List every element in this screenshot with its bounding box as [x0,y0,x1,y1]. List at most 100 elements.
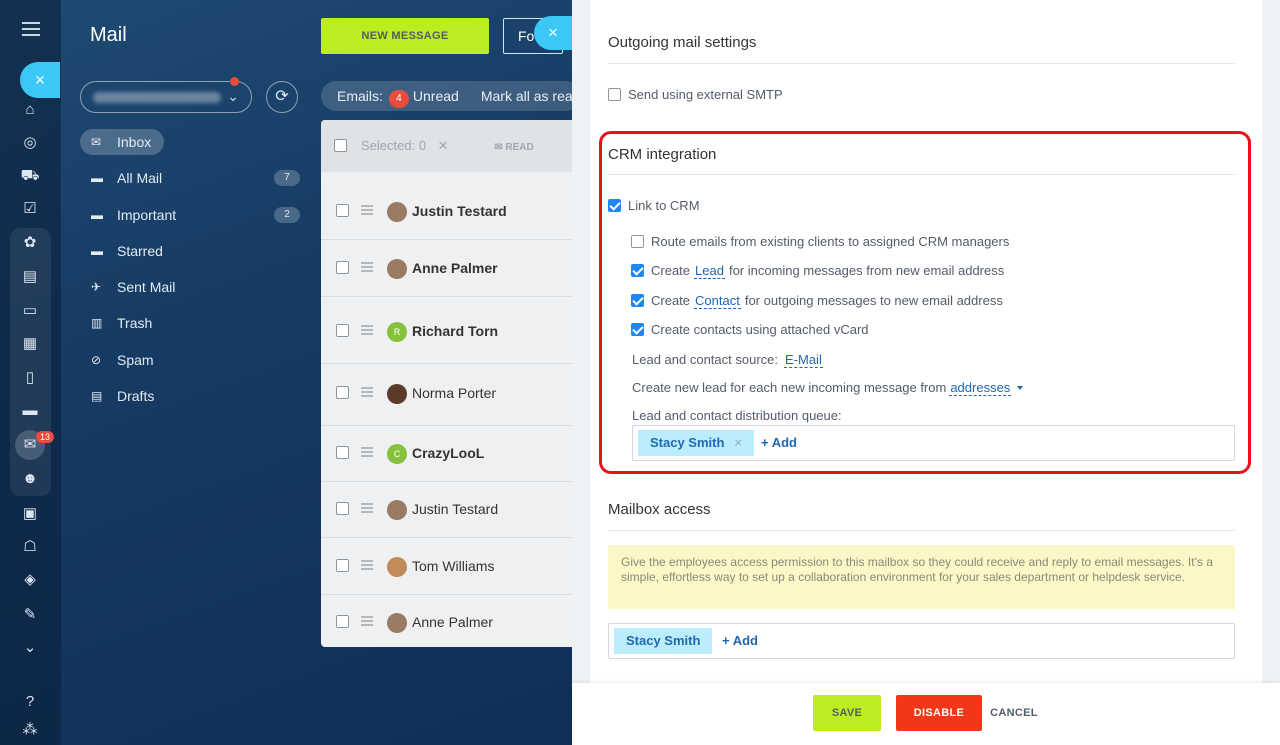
mail-app-background: × ⌂ ◎ ⛟ ☑ ✿ ▤ ▭ ▦ ▯ ▬ ✉ 13 ☻ ▣ ☖ ◈ ✎ ⌄ ?… [0,0,572,745]
smtp-option[interactable]: Send using external SMTP [608,87,783,102]
calendar-icon[interactable]: ▦ [20,334,40,354]
queue-user-selector[interactable]: Stacy Smith × + Add [632,425,1235,461]
row-checkbox[interactable] [336,261,349,274]
menu-icon[interactable] [22,22,40,42]
robot-icon[interactable]: ☖ [20,537,40,557]
add-user-link[interactable]: + Add [761,435,797,450]
folder-item-starred[interactable]: ▬ Starred [80,238,300,264]
folder-item-spam[interactable]: ⊘ Spam [80,347,300,373]
mark-read-button[interactable]: ✉ READ [494,142,534,153]
structure-icon[interactable]: ⁂ [20,720,40,740]
save-button[interactable]: SAVE [813,695,881,731]
folder-item-sent-mail[interactable]: ✈ Sent Mail [80,274,300,300]
sender-name: CrazyLooL [412,445,485,461]
route-label: Route emails from existing clients to as… [651,234,1010,249]
drive-icon[interactable]: ▬ [20,401,40,421]
create-contact-checkbox[interactable] [631,294,644,307]
link-to-crm-checkbox[interactable] [608,199,621,212]
drag-handle-icon[interactable] [361,205,373,217]
lead-link[interactable]: Lead [694,263,725,279]
folder-label: Important [117,206,177,223]
new-lead-row: Create new lead for each new incoming me… [632,380,1024,396]
create-contact-option[interactable]: Create Contact for outgoing messages to ne… [631,293,1003,309]
user-tag-label: Stacy Smith [650,435,725,450]
sent-icon: ✈ [91,280,102,295]
feed-icon[interactable]: ▤ [20,267,40,287]
target-icon[interactable]: ◎ [20,133,40,153]
drag-handle-icon[interactable] [361,503,373,515]
row-checkbox[interactable] [336,502,349,515]
link-to-crm-option[interactable]: Link to CRM [608,198,700,213]
source-dropdown[interactable]: E-Mail [784,352,823,368]
new-lead-dropdown[interactable]: addresses [949,380,1012,396]
drag-handle-icon[interactable] [361,560,373,572]
new-lead-label: Create new lead for each new incoming me… [632,380,947,395]
folder-item-important[interactable]: ▬ Important 2 [80,202,300,228]
email-row[interactable]: C CrazyLooL [321,426,572,482]
vcard-option[interactable]: Create contacts using attached vCard [631,322,869,337]
folder-item-inbox[interactable]: ✉ Inbox 4 [80,129,356,155]
email-row[interactable]: Justin Testard [321,184,572,240]
refresh-button[interactable]: ⟳ [266,81,298,113]
row-checkbox[interactable] [336,559,349,572]
add-user-link[interactable]: + Add [722,633,758,648]
folder-label: Trash [117,315,153,332]
vcard-checkbox[interactable] [631,323,644,336]
disable-button[interactable]: DISABLE [896,695,982,731]
drag-handle-icon[interactable] [361,616,373,628]
close-icon[interactable]: × [20,62,60,98]
crm-icon[interactable]: ✿ [20,233,40,253]
folder-item-all-mail[interactable]: ▬ All Mail 7 [80,165,300,191]
email-row[interactable]: Justin Testard [321,482,572,538]
home-icon[interactable]: ⌂ [20,100,40,120]
document-icon[interactable]: ▯ [20,368,40,388]
more-icon[interactable]: ⌄ [20,638,40,658]
select-all-checkbox[interactable] [334,139,347,152]
route-checkbox[interactable] [631,235,644,248]
row-checkbox[interactable] [336,204,349,217]
cancel-button[interactable]: CANCEL [989,695,1039,731]
sender-name: Anne Palmer [412,260,498,276]
folder-item-trash[interactable]: ▥ Trash [80,310,300,336]
folder-item-drafts[interactable]: ▤ Drafts [80,383,300,409]
email-list: Selected: 0 ✕ ✉ READ Justin Testard Anne… [321,120,572,647]
row-checkbox[interactable] [336,446,349,459]
clear-selection-icon[interactable]: ✕ [438,138,449,153]
row-checkbox[interactable] [336,324,349,337]
access-user-selector[interactable]: Stacy Smith + Add [608,623,1235,659]
email-row[interactable]: Tom Williams [321,539,572,595]
unread-filter[interactable]: Unread [413,88,459,104]
chat-icon[interactable]: ▭ [20,301,40,321]
groups-icon[interactable]: ☻ [20,469,40,489]
mark-all-read-link[interactable]: Mark all as rea [481,88,572,104]
contact-card-icon[interactable]: ▣ [20,504,40,524]
box-icon[interactable]: ◈ [20,570,40,590]
divider [608,174,1235,175]
remove-tag-icon[interactable]: × [734,435,742,450]
email-row[interactable]: R Richard Torn [321,302,572,364]
email-row[interactable]: Anne Palmer [321,595,572,647]
emails-label: Emails: [337,88,383,104]
row-checkbox[interactable] [336,615,349,628]
account-selector[interactable]: ⌄ [80,77,252,113]
route-option[interactable]: Route emails from existing clients to as… [631,234,1009,249]
create-lead-checkbox[interactable] [631,264,644,277]
sign-icon[interactable]: ✎ [20,605,40,625]
smtp-checkbox[interactable] [608,88,621,101]
new-message-button[interactable]: NEW MESSAGE [321,18,489,54]
drag-handle-icon[interactable] [361,447,373,459]
email-row[interactable]: Anne Palmer [321,241,572,297]
row-checkbox[interactable] [336,386,349,399]
email-row[interactable]: Norma Porter [321,364,572,426]
cart-icon[interactable]: ⛟ [20,166,40,186]
close-slider-button[interactable]: × [534,16,572,50]
create-lead-option[interactable]: Create Lead for incoming messages from new… [631,263,1004,279]
help-icon[interactable]: ? [20,692,40,712]
tasks-icon[interactable]: ☑ [20,199,40,219]
avatar [387,259,407,279]
drag-handle-icon[interactable] [361,325,373,337]
drag-handle-icon[interactable] [361,387,373,399]
drag-handle-icon[interactable] [361,262,373,274]
contact-link[interactable]: Contact [694,293,741,309]
user-tag: Stacy Smith × [638,430,755,456]
